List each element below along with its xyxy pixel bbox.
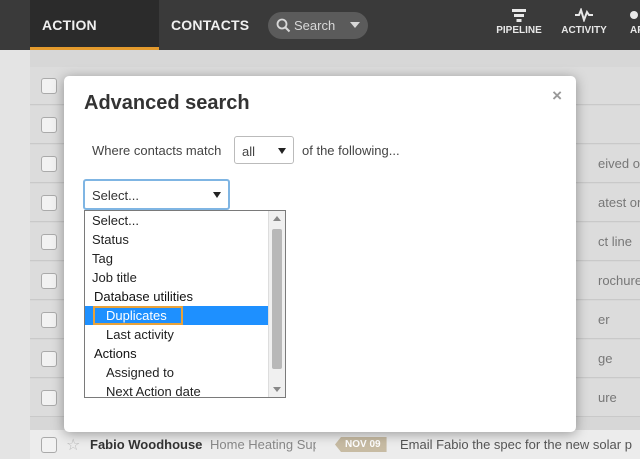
tab-action-stream[interactable]: ACTION STREAM <box>30 0 159 83</box>
criteria-field-value: Select... <box>92 188 139 203</box>
search-placeholder: Search <box>294 18 336 33</box>
row-text: eived our c <box>598 156 640 171</box>
options-scrollbar[interactable] <box>268 211 285 397</box>
search-icon <box>276 18 291 33</box>
scroll-up-icon[interactable] <box>273 216 281 221</box>
row-checkbox[interactable] <box>41 156 57 172</box>
row-checkbox[interactable] <box>41 273 57 289</box>
row-checkbox[interactable] <box>41 117 57 133</box>
search-input[interactable]: Search <box>268 12 368 39</box>
advanced-search-dialog: Advanced search × Where contacts match a… <box>64 76 576 432</box>
criteria-field-select[interactable]: Select... <box>83 179 230 210</box>
date-badge: NOV 09 <box>335 437 387 452</box>
row-checkbox[interactable] <box>41 390 57 406</box>
scrollbar-thumb[interactable] <box>272 229 282 369</box>
nav-apps-label: AP <box>630 25 640 36</box>
nav-activity[interactable]: ACTIVITY <box>558 8 610 36</box>
row-checkbox[interactable] <box>41 312 57 328</box>
dialog-title: Advanced search <box>84 92 250 114</box>
activity-icon <box>575 8 593 22</box>
row-text: er <box>598 312 610 327</box>
row-checkbox[interactable] <box>41 234 57 250</box>
pipeline-icon <box>512 9 526 22</box>
dropdown-option[interactable]: Next Action date <box>85 382 268 397</box>
focus-ring <box>93 306 183 325</box>
dropdown-option[interactable]: Assigned to <box>85 363 268 382</box>
nav-activity-label: ACTIVITY <box>561 25 607 36</box>
match-prefix-label: Where contacts match <box>92 143 222 158</box>
contact-name[interactable]: Fabio Woodhouse <box>90 437 202 452</box>
match-mode-select[interactable]: all <box>234 136 294 164</box>
table-row[interactable]: ☆ Fabio Woodhouse Home Heating Sup NOV 0… <box>30 430 640 459</box>
row-text: ge <box>598 351 613 366</box>
dropdown-option[interactable]: Last activity <box>85 325 268 344</box>
apps-icon <box>630 11 638 19</box>
chevron-down-icon[interactable] <box>350 22 360 28</box>
top-nav-bar: ACTION STREAM CONTACTS Search PIPELINE A… <box>0 0 640 83</box>
row-text: ure <box>598 390 617 405</box>
option-group-label: Database utilities <box>94 289 193 304</box>
tab-contacts[interactable]: CONTACTS <box>171 0 251 50</box>
row-checkbox[interactable] <box>41 437 57 453</box>
row-text: atest order <box>598 195 640 210</box>
chevron-down-icon <box>213 192 221 198</box>
chevron-down-icon <box>278 148 286 154</box>
scroll-down-icon[interactable] <box>273 387 281 392</box>
row-text: ct line <box>598 234 632 249</box>
nav-pipeline-label: PIPELINE <box>496 25 542 36</box>
criteria-options-list[interactable]: Select... Status Tag Job title Database util… <box>84 210 286 398</box>
star-icon[interactable]: ☆ <box>66 435 80 455</box>
dropdown-option[interactable]: Tag <box>85 249 268 268</box>
row-checkbox[interactable] <box>41 195 57 211</box>
nav-pipeline[interactable]: PIPELINE <box>494 8 544 36</box>
dropdown-option[interactable]: Status <box>85 230 268 249</box>
match-suffix-label: of the following... <box>302 143 400 158</box>
nav-apps[interactable]: AP <box>622 8 640 36</box>
row-checkbox[interactable] <box>41 351 57 367</box>
company-name: Home Heating Sup <box>210 437 316 452</box>
row-checkbox[interactable] <box>41 78 57 94</box>
match-mode-value: all <box>242 144 256 159</box>
dropdown-option[interactable]: Select... <box>85 211 268 230</box>
option-group-label: Actions <box>94 346 137 361</box>
close-icon[interactable]: × <box>552 86 562 106</box>
task-text[interactable]: Email Fabio the spec for the new solar p <box>400 437 632 452</box>
row-text: rochure <box>598 273 640 288</box>
dropdown-option[interactable]: Job title <box>85 268 268 287</box>
